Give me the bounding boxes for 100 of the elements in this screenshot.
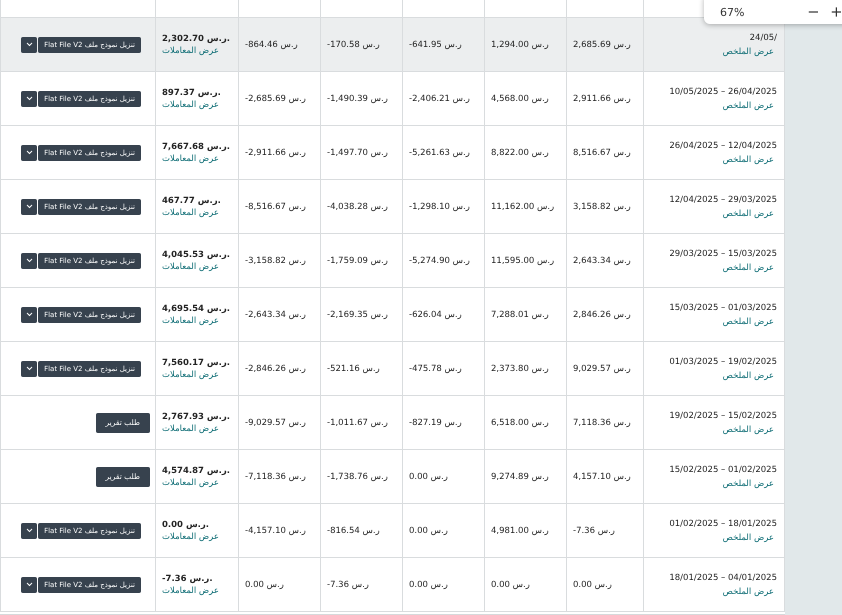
summary-link[interactable]: عرض الملخص [722, 532, 774, 542]
total-amount: 4,695.54 ر.س. [162, 304, 230, 314]
table-cell: 1,294.00 ر.س [484, 18, 566, 72]
table-cell: -521.16 ر.س [320, 342, 402, 396]
summary-link[interactable]: عرض الملخص [722, 370, 774, 380]
transactions-link[interactable]: عرض المعاملات [162, 154, 219, 164]
table-cell: 8,516.67 ر.س [566, 126, 643, 180]
total-amount: 467.77 ر.س. [162, 196, 221, 206]
table-cell: 2,643.34 ر.س [566, 234, 643, 288]
table-cell: -170.58 ر.س [320, 18, 402, 72]
date-range: 18/01/2025 – 04/01/2025 [669, 572, 777, 582]
total-amount: 2,302.70 ر.س. [162, 34, 230, 44]
dropdown-button[interactable] [21, 522, 38, 538]
table-cell: 8,822.00 ر.س [484, 126, 566, 180]
date-range: 15/02/2025 – 01/02/2025 [669, 464, 777, 474]
date-range: 29/03/2025 – 15/03/2025 [669, 248, 777, 258]
table-cell: 4,568.00 ر.س [484, 72, 566, 126]
table-cell: 6,518.00 ر.س [484, 396, 566, 450]
transactions-link[interactable]: عرض المعاملات [162, 370, 219, 380]
total-amount: 897.37 ر.س. [162, 88, 221, 98]
total-amount: 7,667.68 ر.س. [162, 142, 230, 152]
table-cell: -816.54 ر.س [320, 504, 402, 558]
table-cell: -827.19 ر.س [402, 396, 484, 450]
date-range: 26/04/2025 – 12/04/2025 [669, 140, 777, 150]
caret-icon [26, 582, 33, 587]
transactions-link[interactable]: عرض المعاملات [162, 46, 219, 56]
transactions-link[interactable]: عرض المعاملات [162, 208, 219, 218]
table-cell: -2,406.21 ر.س [402, 72, 484, 126]
transactions-link[interactable]: عرض المعاملات [162, 586, 219, 596]
total-amount: -7.36 ر.س. [162, 574, 213, 584]
dropdown-button[interactable] [21, 360, 38, 376]
transactions-link[interactable]: عرض المعاملات [162, 424, 219, 434]
table-cell: -2,846.26 ر.س [238, 342, 320, 396]
table-cell: 11,162.00 ر.س [484, 180, 566, 234]
dropdown-button[interactable] [21, 90, 38, 106]
table-cell: -1,298.10 ر.س [402, 180, 484, 234]
date-range: 24/05/ [750, 32, 777, 42]
date-range: 01/03/2025 – 19/02/2025 [669, 356, 777, 366]
table-cell: -3,158.82 ر.س [238, 234, 320, 288]
date-range: 01/02/2025 – 18/01/2025 [669, 518, 777, 528]
transactions-link[interactable]: عرض المعاملات [162, 100, 219, 110]
table-cell: -2,169.35 ر.س [320, 288, 402, 342]
dropdown-button[interactable] [21, 576, 38, 592]
transactions-link[interactable]: عرض المعاملات [162, 316, 219, 326]
summary-link[interactable]: عرض الملخص [722, 316, 774, 326]
table-cell: 4,157.10 ر.س [566, 450, 643, 504]
table-cell: 9,029.57 ر.س [566, 342, 643, 396]
caret-icon [26, 96, 33, 101]
table-cell: -4,038.28 ر.س [320, 180, 402, 234]
summary-link[interactable]: عرض الملخص [722, 100, 774, 110]
table-cell: -4,157.10 ر.س [238, 504, 320, 558]
table-cell: -7.36 ر.س [566, 504, 643, 558]
dropdown-button[interactable] [21, 252, 38, 268]
total-amount: 2,767.93 ر.س. [162, 412, 230, 422]
transactions-link[interactable]: عرض المعاملات [162, 478, 219, 488]
date-range: 19/02/2025 – 15/02/2025 [669, 410, 777, 420]
table-cell: -9,029.57 ر.س [238, 396, 320, 450]
transactions-link[interactable]: عرض المعاملات [162, 262, 219, 272]
table-cell: -641.95 ر.س [402, 18, 484, 72]
table-cell: -1,011.67 ر.س [320, 396, 402, 450]
dropdown-button[interactable] [21, 36, 38, 52]
caret-icon [26, 312, 33, 317]
caret-icon [26, 42, 33, 47]
dropdown-button[interactable] [21, 144, 38, 160]
transactions-link[interactable]: عرض المعاملات [162, 532, 219, 542]
table-cell: -626.04 ر.س [402, 288, 484, 342]
summary-link[interactable]: عرض الملخص [722, 424, 774, 434]
table-cell: -5,261.63 ر.س [402, 126, 484, 180]
dropdown-button[interactable] [21, 198, 38, 214]
table-cell: -475.78 ر.س [402, 342, 484, 396]
summary-link[interactable]: عرض الملخص [722, 46, 774, 56]
date-range: 10/05/2025 – 26/04/2025 [669, 86, 777, 96]
table-cell: 9,274.89 ر.س [484, 450, 566, 504]
table-cell: 2,685.69 ر.س [566, 18, 643, 72]
table-cell: 0.00 ر.س [484, 558, 566, 612]
table-cell: 0.00 ر.س [402, 558, 484, 612]
table-cell: -2,685.69 ر.س [238, 72, 320, 126]
summary-link[interactable]: عرض الملخص [722, 208, 774, 218]
table-cell: 2,846.26 ر.س [566, 288, 643, 342]
summary-link[interactable]: عرض الملخص [722, 586, 774, 596]
table-cell: -2,911.66 ر.س [238, 126, 320, 180]
table-cell: -7,118.36 ر.س [238, 450, 320, 504]
zoom-in-icon[interactable] [831, 5, 842, 19]
table-cell: -5,274.90 ر.س [402, 234, 484, 288]
table-cell: 7,288.01 ر.س [484, 288, 566, 342]
table-cell: 0.00 ر.س [402, 450, 484, 504]
table-cell: 3,158.82 ر.س [566, 180, 643, 234]
total-amount: 0.00 ر.س. [162, 520, 210, 530]
table-cell: 2,373.80 ر.س [484, 342, 566, 396]
total-amount: 4,574.87 ر.س. [162, 466, 230, 476]
caret-icon [26, 258, 33, 263]
date-range: 15/03/2025 – 01/03/2025 [669, 302, 777, 312]
table-cell: 4,981.00 ر.س [484, 504, 566, 558]
table-cell: -2,643.34 ر.س [238, 288, 320, 342]
zoom-level: 67% [720, 6, 744, 18]
summary-link[interactable]: عرض الملخص [722, 154, 774, 164]
summary-link[interactable]: عرض الملخص [722, 262, 774, 272]
table-cell: 2,911.66 ر.س [566, 72, 643, 126]
dropdown-button[interactable] [21, 306, 38, 322]
summary-link[interactable]: عرض الملخص [722, 478, 774, 488]
